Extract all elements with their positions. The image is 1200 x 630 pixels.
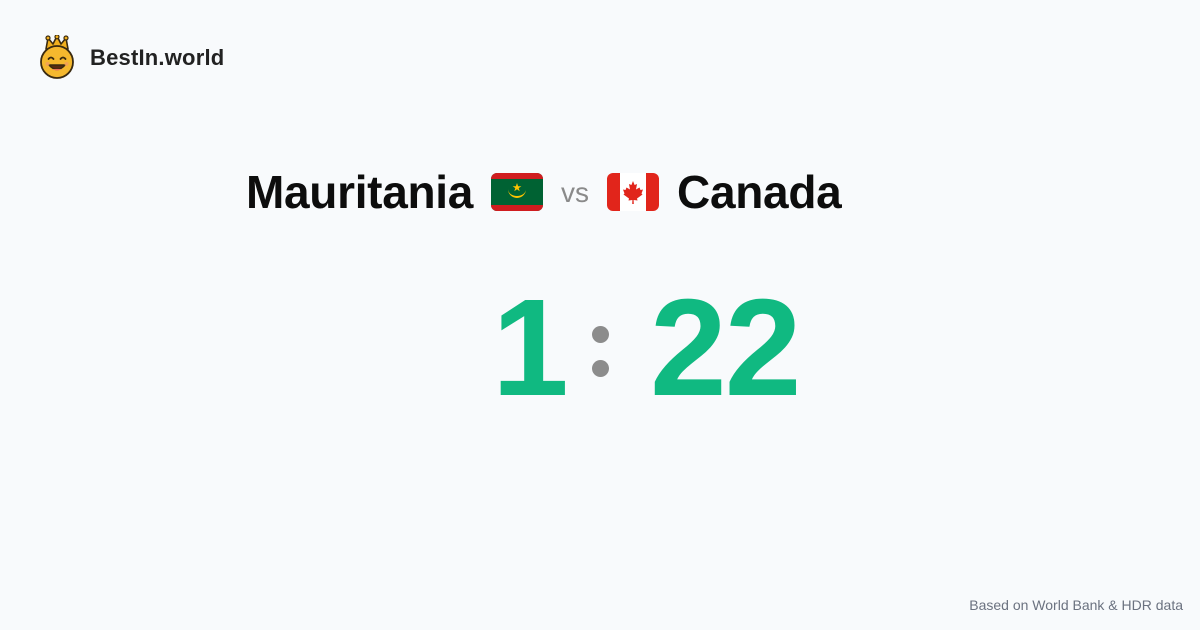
colon-dot-top bbox=[592, 326, 609, 343]
mauritania-flag-icon bbox=[491, 173, 544, 211]
left-country-name: Mauritania bbox=[246, 166, 474, 218]
score-display: 1 22 bbox=[0, 278, 1200, 418]
crowned-smiley-icon bbox=[40, 35, 74, 79]
brand-name: BestIn.world bbox=[90, 45, 225, 70]
vs-label: vs bbox=[561, 177, 590, 208]
canada-flag-icon bbox=[607, 173, 660, 211]
left-score: 1 bbox=[492, 271, 569, 425]
right-country-name: Canada bbox=[677, 166, 842, 218]
colon-icon bbox=[592, 326, 609, 378]
data-source-note: Based on World Bank & HDR data bbox=[969, 597, 1183, 613]
matchup-title: Mauritania vs Canada bbox=[246, 162, 842, 222]
right-score: 22 bbox=[650, 271, 801, 425]
colon-dot-bottom bbox=[592, 360, 609, 377]
brand[interactable]: BestIn.world bbox=[38, 35, 224, 79]
